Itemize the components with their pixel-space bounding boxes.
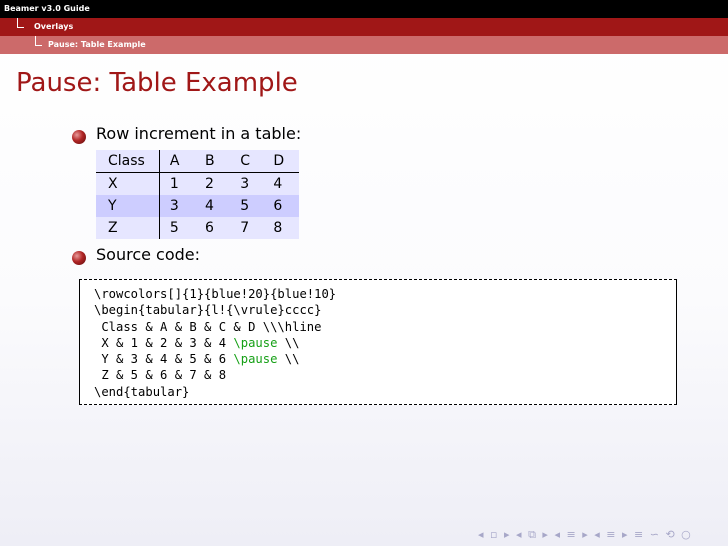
subsection-icon[interactable]: ≡: [566, 528, 575, 541]
undo-icon[interactable]: ⟲: [665, 528, 674, 541]
table-cell: 4: [273, 176, 283, 192]
table-cell: 4: [205, 198, 214, 214]
frame-icon[interactable]: ⧉: [528, 528, 536, 542]
bullet-ball-icon: [72, 251, 86, 265]
headline-subsection-bar: Pause: Table Example: [0, 36, 728, 54]
section-link[interactable]: Overlays: [34, 22, 73, 31]
search-icon[interactable]: ○: [681, 528, 691, 541]
headline-title-bar: Beamer v3.0 Guide: [0, 0, 728, 18]
table-cell: 7: [240, 220, 250, 236]
prev-section-icon[interactable]: ◂: [594, 528, 600, 541]
tree-corner-icon: [17, 18, 24, 28]
table-header-cell: C: [230, 150, 266, 173]
table-cell: 2: [205, 176, 214, 192]
table-header-cell: Class: [96, 150, 160, 173]
section-icon[interactable]: ≡: [606, 528, 615, 541]
table-cell: 3: [240, 176, 250, 192]
back-icon[interactable]: ∽: [650, 528, 659, 541]
table-header-cell: D: [265, 150, 299, 173]
table-header-cell: A: [159, 150, 196, 173]
table-header-cell: B: [195, 150, 231, 173]
next-slide-icon[interactable]: ▸: [504, 528, 510, 541]
table-cell: 6: [205, 220, 214, 236]
table-cell: 8: [273, 220, 283, 236]
table-cell: 6: [273, 198, 283, 214]
table-header-row: Class A B C D: [96, 150, 299, 173]
table-row: Y 3 4 5 6: [96, 195, 299, 217]
align-icon[interactable]: ≡: [634, 528, 643, 541]
code-line: Class & A & B & C & D \\\hline: [94, 319, 322, 334]
code-line: \rowcolors[]{1}{blue!20}{blue!10}: [94, 287, 337, 301]
table-cell: Z: [96, 217, 160, 239]
table-cell: X: [96, 172, 160, 195]
presentation-title[interactable]: Beamer v3.0 Guide: [4, 4, 90, 13]
pause-keyword: \pause: [233, 335, 278, 350]
code-line: X & 1 & 2 & 3 & 4 \pause \\: [94, 335, 300, 350]
next-frame-icon[interactable]: ▸: [542, 528, 548, 541]
slide-icon[interactable]: ▫: [490, 528, 497, 541]
code-line: \begin{tabular}{l!{\vrule}cccc}: [94, 303, 322, 318]
code-line: \end{tabular}: [94, 384, 190, 399]
navigation-bar: ◂ ▫ ▸ ◂ ⧉ ▸ ◂ ≡ ▸ ◂ ≡ ▸ ≡ ∽ ⟲ ○: [478, 528, 694, 542]
code-line: Z & 5 & 6 & 7 & 8: [94, 368, 227, 383]
headline-section-bar: Overlays: [0, 18, 728, 36]
prev-slide-icon[interactable]: ◂: [478, 528, 484, 541]
tree-corner-icon: [35, 36, 42, 46]
table-cell: 5: [240, 198, 250, 214]
example-table: Class A B C D X 1 2 3 4 Y 3 4 5 6 Z 5 6 …: [96, 150, 299, 239]
next-section-icon[interactable]: ▸: [622, 528, 628, 541]
subsection-link[interactable]: Pause: Table Example: [48, 40, 146, 49]
next-subsection-icon[interactable]: ▸: [582, 528, 588, 541]
table-cell: 3: [169, 198, 179, 214]
bullet-item: Row increment in a table:: [96, 124, 302, 143]
table-cell: 1: [169, 176, 179, 192]
pause-keyword: \pause: [233, 352, 278, 367]
bullet-ball-icon: [72, 130, 86, 144]
prev-subsection-icon[interactable]: ◂: [554, 528, 560, 541]
frame-title: Pause: Table Example: [16, 68, 298, 98]
code-line: Y & 3 & 4 & 5 & 6 \pause \\: [94, 352, 300, 367]
source-code-block: \rowcolors[]{1}{blue!20}{blue!10} \begin…: [79, 279, 677, 405]
table-row: X 1 2 3 4: [96, 172, 299, 195]
prev-frame-icon[interactable]: ◂: [516, 528, 522, 541]
table-cell: 5: [169, 220, 179, 236]
table-cell: Y: [96, 195, 160, 217]
bullet-item: Source code:: [96, 245, 201, 264]
table-row: Z 5 6 7 8: [96, 217, 299, 239]
